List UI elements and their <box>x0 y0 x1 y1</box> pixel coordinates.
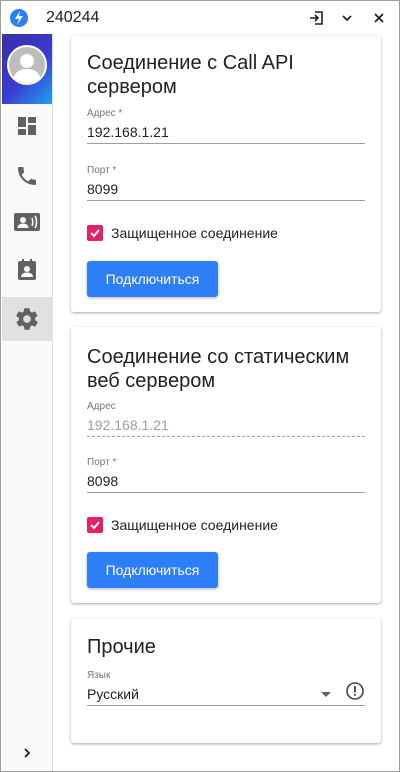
static-web-title: Соединение со статическим веб сервером <box>87 346 350 392</box>
window-title: 240244 <box>46 9 100 26</box>
static-web-address-input: 192.168.1.21 <box>87 414 365 437</box>
dashboard-icon <box>18 117 36 135</box>
collapse-button[interactable] <box>336 7 358 29</box>
expand-sidebar-button[interactable] <box>2 735 52 771</box>
phone-icon <box>18 167 36 185</box>
chevron-down-icon <box>342 15 352 22</box>
static-web-secure-label: Защищенное соединение <box>111 517 278 533</box>
checkbox-checked[interactable] <box>87 225 103 241</box>
static-web-connect-button[interactable]: Подключиться <box>87 552 218 588</box>
call-api-port-field[interactable]: Порт * 8099 <box>87 164 365 201</box>
sidebar-item-dashboard[interactable] <box>2 104 52 148</box>
static-web-address-label: Адрес <box>87 401 116 412</box>
other-card: Прочие Язык Русский <box>71 619 381 743</box>
contact-card-icon <box>14 213 40 231</box>
other-title: Прочие <box>87 636 156 658</box>
call-api-address-field[interactable]: Адрес * 192.168.1.21 <box>87 107 365 144</box>
check-icon <box>90 521 100 530</box>
call-api-port-input[interactable]: 8099 <box>87 178 365 201</box>
static-web-port-label: Порт * <box>87 457 117 468</box>
language-value: Русский <box>87 686 139 702</box>
checkbox-checked[interactable] <box>87 517 103 533</box>
check-icon <box>90 229 100 238</box>
title-bar: 240244 <box>1 1 399 34</box>
user-icon <box>13 54 41 83</box>
sidebar-item-contact-card[interactable] <box>2 200 52 244</box>
static-web-port-field[interactable]: Порт * 8098 <box>87 456 365 493</box>
static-web-card: Соединение со статическим веб сервером А… <box>71 327 381 603</box>
sidebar-item-settings[interactable] <box>2 297 52 341</box>
language-dropdown[interactable]: Русский <box>87 681 365 706</box>
static-web-address-field: Адрес 192.168.1.21 <box>87 400 365 437</box>
contacts-book-icon <box>18 259 36 280</box>
language-label: Язык <box>87 670 111 681</box>
info-icon[interactable] <box>345 681 365 701</box>
exit-button[interactable] <box>305 7 327 29</box>
dropdown-arrow-icon[interactable] <box>321 692 331 697</box>
gear-icon <box>16 308 38 330</box>
sidebar-item-calls[interactable] <box>2 154 52 198</box>
call-api-title: Соединение с Call API сервером <box>87 52 294 98</box>
sidebar <box>2 34 53 771</box>
call-api-card: Соединение с Call API сервером Адрес * 1… <box>71 36 381 312</box>
lightning-icon <box>10 9 28 27</box>
call-api-port-label: Порт * <box>87 165 117 176</box>
static-web-secure-checkbox[interactable]: Защищенное соединение <box>87 517 278 533</box>
close-button[interactable] <box>368 7 390 29</box>
call-api-connect-button[interactable]: Подключиться <box>87 261 218 297</box>
chevron-right-icon <box>24 748 31 758</box>
settings-content: Соединение с Call API сервером Адрес * 1… <box>53 34 399 771</box>
exit-icon <box>310 11 323 25</box>
close-icon <box>374 13 384 23</box>
user-panel[interactable] <box>2 34 52 104</box>
call-api-address-input[interactable]: 192.168.1.21 <box>87 121 365 144</box>
call-api-secure-label: Защищенное соединение <box>111 225 278 241</box>
app-window: 240244 Соединение с Call API сервером Ад… <box>0 0 400 772</box>
call-api-address-label: Адрес * <box>87 108 123 119</box>
avatar[interactable] <box>7 45 47 85</box>
call-api-secure-checkbox[interactable]: Защищенное соединение <box>87 225 278 241</box>
static-web-port-input[interactable]: 8098 <box>87 470 365 493</box>
sidebar-item-contacts-book[interactable] <box>2 248 52 292</box>
language-select[interactable]: Язык Русский <box>87 669 365 706</box>
